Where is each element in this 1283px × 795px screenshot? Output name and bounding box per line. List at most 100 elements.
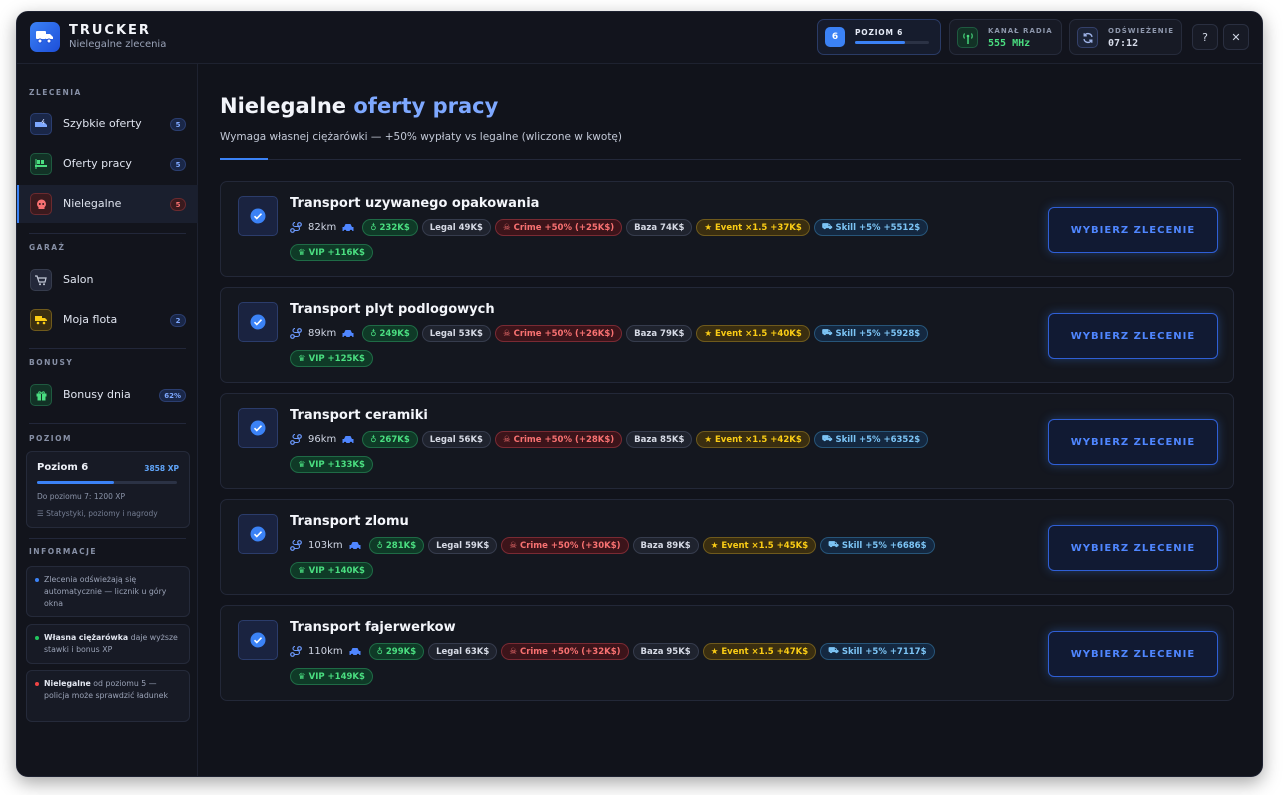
job-title: Transport plyt podlogowych bbox=[290, 302, 495, 317]
skull-icon: ☠ bbox=[502, 328, 511, 339]
truck-icon: ⛟ bbox=[821, 222, 833, 232]
count-badge: 5 bbox=[170, 158, 186, 171]
money-bag-icon: ♁ bbox=[370, 434, 377, 445]
legal-chip: Legal 49K$ bbox=[421, 219, 491, 236]
car-icon bbox=[342, 223, 354, 232]
select-job-button[interactable]: WYBIERZ ZLECENIE bbox=[1048, 631, 1218, 677]
star-icon: ★ bbox=[710, 646, 719, 657]
sidebar-item-showroom[interactable]: Salon bbox=[17, 261, 198, 299]
job-checkbox[interactable] bbox=[238, 408, 278, 448]
vip-chip: ♛ VIP +133K$ bbox=[290, 456, 373, 473]
level-progress-bar bbox=[855, 41, 929, 44]
pay-value: 249K$ bbox=[379, 328, 410, 339]
level-card-link[interactable]: ☰ Statystyki, poziomy i nagrody bbox=[37, 509, 158, 518]
crown-icon: ♛ bbox=[298, 459, 306, 470]
event-chip: ★ Event ×1.5 +40K$ bbox=[696, 325, 810, 342]
job-checkbox[interactable] bbox=[238, 302, 278, 342]
select-job-button[interactable]: WYBIERZ ZLECENIE bbox=[1048, 207, 1218, 253]
sidebar-item-label: Salon bbox=[63, 273, 94, 286]
event-chip: ★ Event ×1.5 +42K$ bbox=[696, 431, 810, 448]
pay-value: 232K$ bbox=[379, 222, 410, 233]
job-card: Transport zlomu 103km ♁ 281K$ Legal 59K$ … bbox=[220, 499, 1234, 595]
crown-icon: ♛ bbox=[298, 353, 306, 364]
crime-value: Crime +50% (+25K$) bbox=[513, 222, 615, 233]
route-icon bbox=[290, 222, 302, 233]
skull-icon: ☠ bbox=[509, 540, 517, 551]
pay-chip: ♁ 267K$ bbox=[362, 431, 418, 448]
job-checkbox[interactable] bbox=[238, 196, 278, 236]
radio-channel[interactable]: KANAŁ RADIA 555 MHz bbox=[949, 19, 1062, 55]
info-card: Zlecenia odświeżają się automatycznie — … bbox=[26, 566, 190, 617]
sidebar-item-illegal[interactable]: Nielegalne 5 bbox=[17, 185, 198, 223]
skill-chip: ⛟ Skill +5% +5512$ bbox=[813, 219, 929, 236]
base-chip: Baza 95K$ bbox=[632, 643, 699, 660]
help-button[interactable]: ? bbox=[1192, 24, 1218, 50]
section-level: POZIOM bbox=[29, 434, 72, 443]
crime-value: Crime +50% (+26K$) bbox=[513, 328, 615, 339]
skill-chip: ⛟ Skill +5% +6352$ bbox=[813, 431, 929, 448]
pay-chip: ♁ 232K$ bbox=[362, 219, 418, 236]
job-bonus-row: ♛ VIP +125K$ bbox=[290, 350, 373, 367]
event-chip: ★ Event ×1.5 +45K$ bbox=[702, 537, 817, 554]
pay-chip: ♁ 281K$ bbox=[368, 537, 425, 554]
skill-chip: ⛟ Skill +5% +5928$ bbox=[813, 325, 929, 342]
level-card-xp: 3858 XP bbox=[144, 464, 179, 473]
base-chip: Baza 85K$ bbox=[626, 431, 693, 448]
info-text: Zlecenia odświeżają się automatycznie — … bbox=[44, 575, 167, 608]
info-bold: Nielegalne bbox=[44, 679, 91, 688]
level-card-progress-bar bbox=[37, 481, 177, 484]
event-value: Event ×1.5 +40K$ bbox=[714, 328, 802, 339]
truck-icon bbox=[30, 309, 52, 331]
pay-value: 299K$ bbox=[385, 646, 417, 657]
refresh-label: ODŚWIEŻENIE bbox=[1108, 27, 1175, 35]
count-badge: 62% bbox=[159, 389, 186, 402]
base-chip: Baza 79K$ bbox=[626, 325, 693, 342]
app-window: TRUCKER Nielegalne zlecenia 6 POZIOM 6 K… bbox=[16, 11, 1263, 777]
job-checkbox[interactable] bbox=[238, 514, 278, 554]
vip-value: VIP +116K$ bbox=[308, 247, 365, 258]
select-job-button[interactable]: WYBIERZ ZLECENIE bbox=[1048, 313, 1218, 359]
money-bag-icon: ♁ bbox=[370, 222, 377, 233]
level-card-title: Poziom 6 bbox=[37, 462, 89, 473]
job-details: 89km ♁ 249K$ Legal 53K$ ☠ Crime +50% (+26K… bbox=[290, 325, 929, 342]
sidebar-item-daily-bonuses[interactable]: Bonusy dnia 62% bbox=[17, 376, 198, 414]
job-distance: 110km bbox=[290, 646, 361, 657]
divider bbox=[29, 233, 186, 234]
refresh-timer[interactable]: ODŚWIEŻENIE 07:12 bbox=[1069, 19, 1182, 55]
crime-value: Crime +50% (+30K$) bbox=[519, 540, 621, 551]
level-progress-fill bbox=[855, 41, 906, 44]
level-card-progress-fill bbox=[37, 481, 114, 484]
pay-value: 281K$ bbox=[385, 540, 417, 551]
level-card[interactable]: Poziom 6 3858 XP Do poziomu 7: 1200 XP ☰… bbox=[26, 451, 190, 528]
job-details: 96km ♁ 267K$ Legal 56K$ ☠ Crime +50% (+28K… bbox=[290, 431, 929, 448]
quick-offers-icon bbox=[30, 113, 52, 135]
job-checkbox[interactable] bbox=[238, 620, 278, 660]
crown-icon: ♛ bbox=[298, 247, 306, 258]
skull-icon: ☠ bbox=[502, 434, 511, 445]
vip-chip: ♛ VIP +116K$ bbox=[290, 244, 373, 261]
sidebar-item-label: Szybkie oferty bbox=[63, 117, 142, 130]
select-job-button[interactable]: WYBIERZ ZLECENIE bbox=[1048, 525, 1218, 571]
level-card-link-text: Statystyki, poziomy i nagrody bbox=[46, 509, 158, 518]
radio-label: KANAŁ RADIA bbox=[988, 27, 1053, 35]
select-job-button[interactable]: WYBIERZ ZLECENIE bbox=[1048, 419, 1218, 465]
close-button[interactable]: ✕ bbox=[1223, 24, 1249, 50]
crime-chip: ☠ Crime +50% (+26K$) bbox=[494, 325, 623, 342]
sidebar-item-my-fleet[interactable]: Moja flota 2 bbox=[17, 301, 198, 339]
job-km: 89km bbox=[308, 328, 337, 339]
count-badge: 5 bbox=[170, 118, 186, 131]
route-icon bbox=[290, 328, 302, 339]
sidebar-item-quick-offers[interactable]: Szybkie oferty 5 bbox=[17, 105, 198, 143]
page-title: Nielegalne oferty pracy bbox=[220, 94, 498, 118]
sidebar-item-label: Oferty pracy bbox=[63, 157, 132, 170]
divider bbox=[29, 538, 186, 539]
job-km: 103km bbox=[308, 540, 343, 551]
legal-chip: Legal 53K$ bbox=[421, 325, 491, 342]
star-icon: ★ bbox=[704, 222, 712, 233]
skill-value: Skill +5% +5928$ bbox=[835, 328, 921, 339]
event-chip: ★ Event ×1.5 +37K$ bbox=[696, 219, 810, 236]
sidebar-item-job-offers[interactable]: Oferty pracy 5 bbox=[17, 145, 198, 183]
level-indicator[interactable]: 6 POZIOM 6 bbox=[817, 19, 941, 55]
title-divider-accent bbox=[220, 158, 268, 160]
star-icon: ★ bbox=[704, 328, 712, 339]
